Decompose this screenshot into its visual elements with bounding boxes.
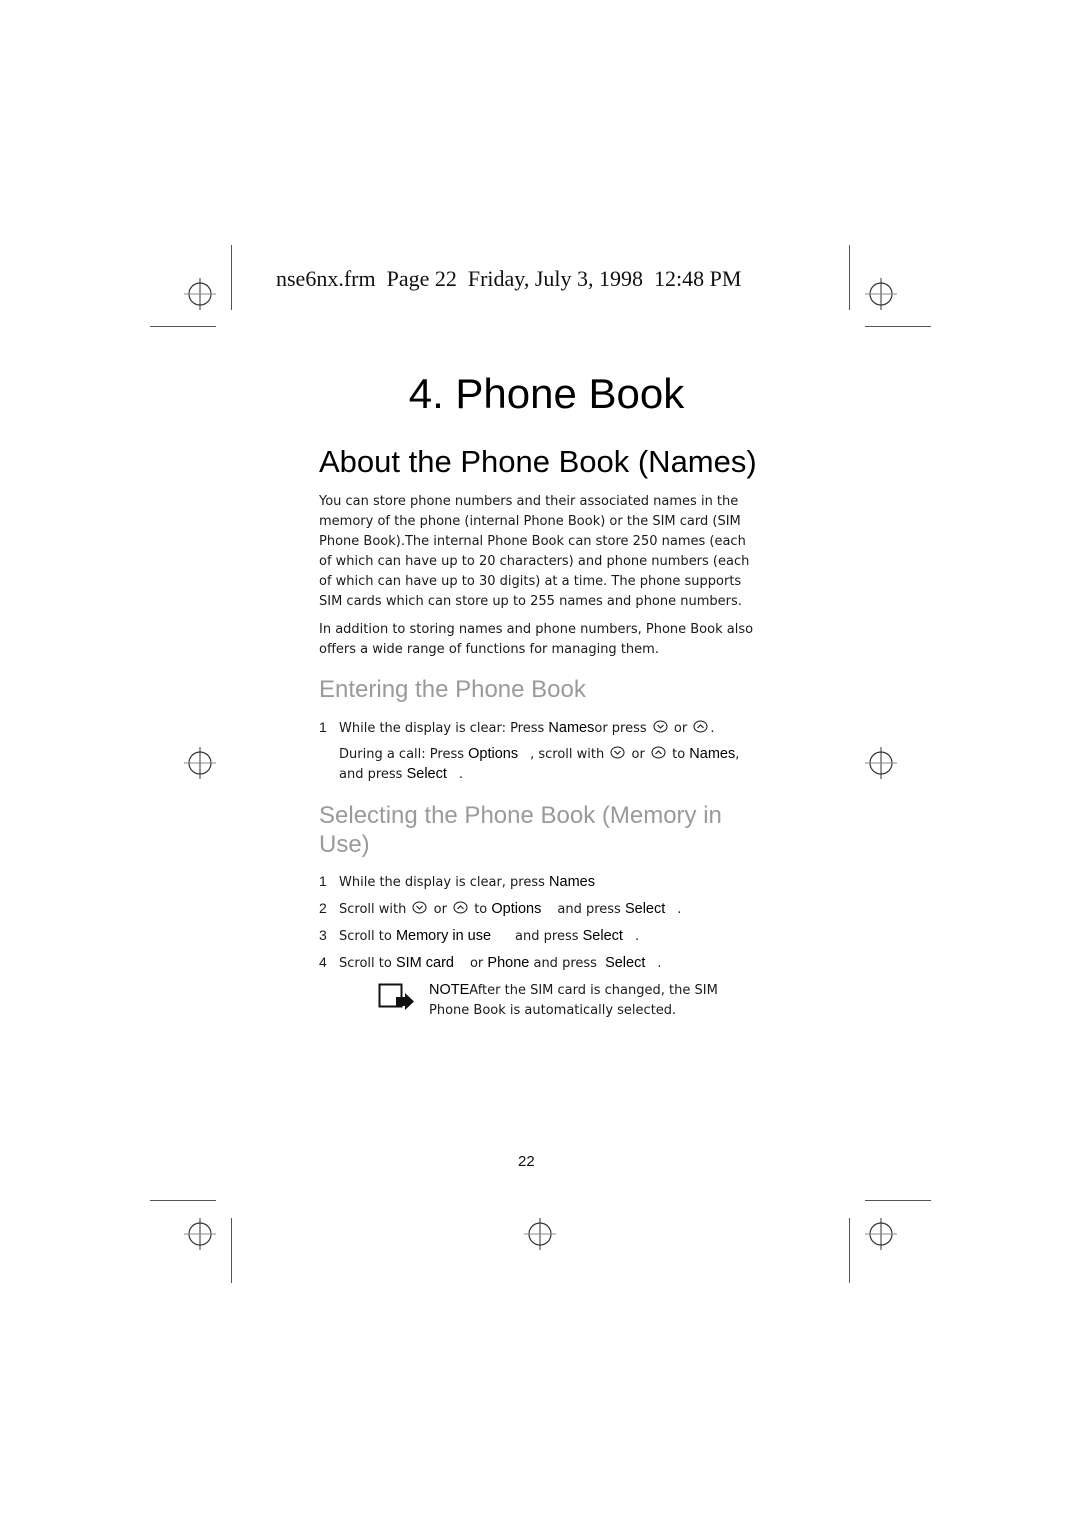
selecting-step-2: 2 Scroll with or to Options and press Sele… [319, 898, 759, 920]
step-text: . [657, 956, 662, 971]
entering-step-1-during-call-cont: and press Select. [339, 764, 779, 785]
step-text: and press [515, 929, 583, 944]
key-options: Options [468, 746, 519, 762]
section-heading-entering: Entering the Phone Book [319, 676, 586, 703]
selecting-step-1: 1 While the display is clear, press Names [319, 871, 759, 893]
note-text: After the SIM card is changed, the SIM P… [429, 983, 718, 1018]
entering-step-1-during-call: During a call: Press Options , scroll wit… [339, 744, 779, 765]
step-text: . [710, 721, 715, 736]
section-heading-about: About the Phone Book (Names) [319, 444, 757, 479]
registration-target-icon [864, 277, 898, 311]
step-text: or [669, 721, 692, 736]
step-text: During a call: Press [339, 747, 469, 762]
registration-target-icon [864, 1217, 898, 1251]
step-number: 4 [319, 954, 327, 970]
crop-mark-bottom-left-horizontal [150, 1200, 216, 1201]
section-heading-selecting: Selecting the Phone Book (Memory in Use) [319, 802, 722, 858]
key-phone: Phone [487, 955, 530, 971]
note-label: NOTE [429, 982, 470, 998]
key-sim-card: SIM card [395, 955, 454, 971]
step-text: Scroll to [339, 956, 396, 971]
crop-mark-bottom-right-vertical [849, 1218, 850, 1283]
selecting-step-4: 4 Scroll to SIM card or Phone and press Se… [319, 952, 759, 974]
step-text: Scroll with [339, 902, 411, 917]
step-text: and press [557, 902, 625, 917]
registration-target-icon [183, 1217, 217, 1251]
registration-target-icon [183, 277, 217, 311]
step-number: 1 [319, 719, 327, 735]
step-number: 1 [319, 873, 327, 889]
step-text: to [470, 902, 492, 917]
crop-mark-bottom-left-vertical [231, 1218, 232, 1283]
step-text: or [429, 902, 452, 917]
registration-target-icon [523, 1217, 557, 1251]
step-text: Scroll to [339, 929, 396, 944]
step-text: and press [339, 767, 407, 782]
scroll-down-icon [653, 720, 668, 733]
scroll-up-icon [651, 746, 666, 759]
key-select: Select [624, 901, 666, 917]
step-text: . [458, 767, 464, 782]
page-number: 22 [518, 1153, 535, 1170]
step-text: While the display is clear, press [339, 875, 550, 890]
step-text: or press [594, 721, 651, 736]
key-select: Select [605, 955, 646, 971]
crop-mark-top-right-vertical [849, 245, 850, 310]
key-names: Names [549, 874, 595, 890]
step-number: 2 [319, 900, 327, 916]
crop-mark-top-left-vertical [231, 245, 232, 310]
scroll-up-icon [453, 901, 468, 914]
step-text: While the display is clear: Press [339, 721, 549, 736]
key-names: Names [689, 746, 736, 762]
frame-header-info: nse6nx.frm Page 22 Friday, July 3, 1998 … [276, 266, 742, 291]
key-memory-in-use: Memory in use [395, 928, 492, 944]
step-text: and press [529, 956, 602, 971]
key-names: Names [548, 720, 595, 736]
crop-mark-top-right-horizontal [865, 326, 931, 327]
step-text: or [627, 747, 649, 762]
step-text: , [735, 747, 740, 762]
scroll-down-icon [412, 901, 428, 914]
scroll-down-icon [610, 746, 625, 759]
step-number: 3 [319, 927, 327, 943]
step-text: , scroll with [530, 747, 609, 762]
about-paragraph-1: You can store phone numbers and their as… [319, 494, 750, 609]
note: NOTEAfter the SIM card is changed, the S… [429, 980, 749, 1021]
crop-mark-top-left-horizontal [150, 326, 216, 327]
step-text: to [667, 747, 690, 762]
key-select: Select [582, 928, 623, 944]
chapter-title: 4. Phone Book [408, 370, 685, 417]
registration-target-icon [864, 746, 898, 780]
entering-step-1: 1 While the display is clear: Press Names… [319, 717, 759, 739]
selecting-step-3: 3 Scroll to Memory in use and press Select… [319, 925, 759, 947]
note-icon [378, 983, 415, 1011]
step-text: . [634, 929, 640, 944]
key-select: Select [406, 766, 447, 782]
about-paragraph-2: In addition to storing names and phone n… [319, 622, 754, 657]
step-text: . [677, 902, 682, 917]
step-text: or [469, 956, 488, 971]
registration-target-icon [183, 746, 217, 780]
scroll-up-icon [693, 720, 708, 733]
key-options: Options [491, 901, 542, 917]
crop-mark-bottom-right-horizontal [865, 1200, 931, 1201]
